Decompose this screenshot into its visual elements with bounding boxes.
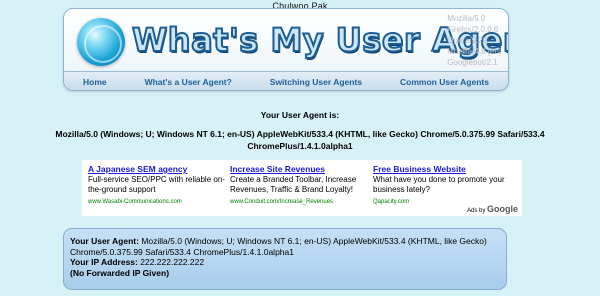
ad-url[interactable]: www.Conduit.com/Increase_Revenues xyxy=(230,197,370,207)
forwarded-ip-note: (No Forwarded IP Given) xyxy=(70,267,170,278)
user-agent-string: Mozilla/5.0 (Windows; U; Windows NT 6.1;… xyxy=(55,129,545,151)
ua-sample: Firefox/2.0.0.6 xyxy=(447,25,499,34)
nav-whats-user-agent[interactable]: What's a User Agent? xyxy=(145,77,232,87)
nav-bar: Home What's a User Agent? Switching User… xyxy=(64,71,508,90)
ua-sample: Googlebot/2.1 xyxy=(447,58,498,67)
user-agent-heading: Your User Agent is: xyxy=(260,110,340,120)
ip-info-line: Your IP Address: 222.222.222.222 xyxy=(70,257,500,268)
nav-home[interactable]: Home xyxy=(83,77,107,87)
ad-block: A Japanese SEM agency Full-service SEO/P… xyxy=(82,160,522,216)
ad-body: Create a Branded Toolbar, Increase Reven… xyxy=(230,175,357,194)
user-agent-samples: Mozilla/5.0 Firefox/2.0.0.6 Opera/9.22 M… xyxy=(447,13,501,68)
ads-by-google[interactable]: Ads by Google xyxy=(467,204,518,214)
ad-url[interactable]: www.Wasabi-Communications.com xyxy=(88,197,228,207)
ad-item: Free Business Website What have you done… xyxy=(373,164,513,207)
ads-by-label: Ads by xyxy=(466,208,486,214)
ua-sample: Opera/9.22 xyxy=(447,36,488,45)
info-box: Your User Agent: Mozilla/5.0 (Windows; U… xyxy=(63,228,507,290)
ad-item: Increase Site Revenues Create a Branded … xyxy=(230,164,370,207)
ad-item: A Japanese SEM agency Full-service SEO/P… xyxy=(88,164,228,207)
ad-body: Full-service SEO/PPC with reliable on-th… xyxy=(88,175,225,194)
ua-sample: Mozilla/5.0 xyxy=(447,14,486,23)
ua-info-line: Your User Agent: Mozilla/5.0 (Windows; U… xyxy=(70,236,500,257)
ad-title-link[interactable]: Free Business Website xyxy=(373,164,513,174)
nav-switching-user-agents[interactable]: Switching User Agents xyxy=(270,77,362,87)
globe-ring-icon xyxy=(84,25,122,63)
ua-sample: Mozilla/4.8 [en] xyxy=(447,47,501,56)
ua-info-label: Your User Agent: xyxy=(70,236,139,246)
google-logo: Google xyxy=(487,204,518,214)
ip-info-value: 222.222.222.222 xyxy=(140,257,205,267)
site-header: What's My User Agent? Mozilla/5.0 Firefo… xyxy=(63,8,509,91)
ad-title-link[interactable]: A Japanese SEM agency xyxy=(88,164,228,174)
ad-title-link[interactable]: Increase Site Revenues xyxy=(230,164,370,174)
ad-body: What have you done to promote your busin… xyxy=(373,175,505,194)
nav-common-user-agents[interactable]: Common User Agents xyxy=(400,77,489,87)
ip-info-label: Your IP Address: xyxy=(70,257,138,267)
